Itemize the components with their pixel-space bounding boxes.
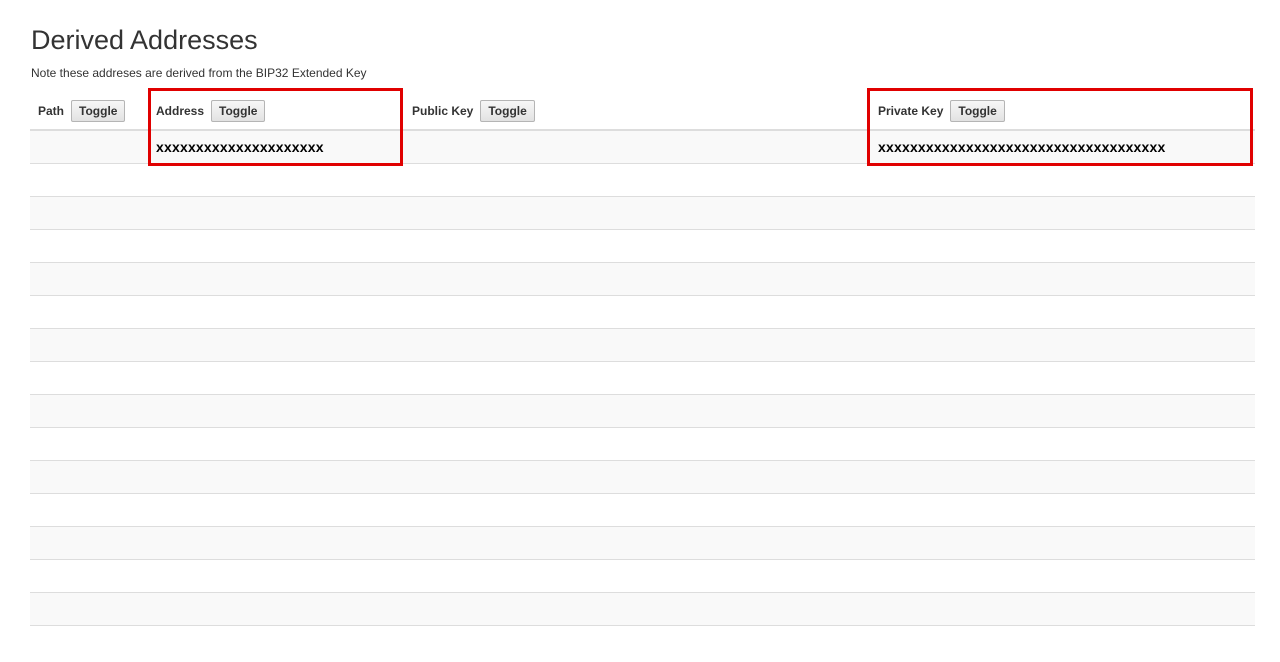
cell-path — [30, 559, 148, 593]
cell-private-key — [870, 592, 1255, 626]
table-row — [30, 229, 1255, 263]
cell-address — [148, 262, 404, 296]
cell-path — [30, 328, 148, 362]
cell-address — [148, 229, 404, 263]
toggle-address-button[interactable]: Toggle — [211, 99, 266, 122]
cell-private-key — [870, 493, 1255, 527]
cell-public-key — [404, 229, 870, 263]
section-title: Derived Addresses — [31, 25, 258, 55]
cell-private-key — [870, 559, 1255, 593]
table-row — [30, 493, 1255, 527]
section-note: Note these addreses are derived from the… — [31, 66, 367, 80]
table-row — [30, 262, 1255, 296]
cell-public-key — [404, 592, 870, 626]
cell-address — [148, 328, 404, 362]
cell-public-key — [404, 196, 870, 230]
cell-private-key — [870, 295, 1255, 329]
cell-public-key — [404, 427, 870, 461]
cell-path — [30, 163, 148, 197]
toggle-public-key-button[interactable]: Toggle — [480, 99, 535, 122]
cell-private-key — [870, 196, 1255, 230]
cell-private-key — [870, 262, 1255, 296]
cell-address — [148, 394, 404, 428]
cell-path — [30, 229, 148, 263]
cell-path — [30, 196, 148, 230]
cell-private-key — [870, 361, 1255, 395]
table-row — [30, 427, 1255, 461]
table-row — [30, 196, 1255, 230]
derived-addresses-page: Derived Addresses Note these addreses ar… — [0, 0, 1280, 662]
table-row — [30, 394, 1255, 428]
cell-path — [30, 129, 148, 164]
cell-path — [30, 592, 148, 626]
cell-public-key — [404, 460, 870, 494]
cell-address — [148, 559, 404, 593]
table-row — [30, 526, 1255, 560]
table-row — [30, 559, 1255, 593]
cell-public-key — [404, 526, 870, 560]
cell-address: xxxxxxxxxxxxxxxxxxxxx — [148, 129, 404, 164]
column-header-address: Address Toggle — [148, 92, 404, 131]
table-row — [30, 361, 1255, 395]
addresses-table: Path Toggle Address Toggle Public Key Toggl… — [30, 92, 1255, 626]
cell-public-key — [404, 262, 870, 296]
cell-address — [148, 526, 404, 560]
addresses-table-body: xxxxxxxxxxxxxxxxxxxxx xxxxxxxxxxxxxxxxxxx… — [30, 129, 1255, 626]
cell-public-key — [404, 295, 870, 329]
cell-private-key: xxxxxxxxxxxxxxxxxxxxxxxxxxxxxxxxxxxx — [870, 129, 1255, 164]
cell-private-key — [870, 460, 1255, 494]
cell-private-key — [870, 163, 1255, 197]
toggle-path-button[interactable]: Toggle — [71, 99, 126, 122]
cell-private-key — [870, 229, 1255, 263]
column-label-public-key: Public Key — [412, 103, 474, 118]
cell-private-key — [870, 526, 1255, 560]
table-row — [30, 295, 1255, 329]
table-row — [30, 328, 1255, 362]
cell-public-key — [404, 493, 870, 527]
cell-private-key — [870, 394, 1255, 428]
cell-path — [30, 295, 148, 329]
cell-path — [30, 526, 148, 560]
cell-private-key — [870, 427, 1255, 461]
table-row: xxxxxxxxxxxxxxxxxxxxx xxxxxxxxxxxxxxxxxxx… — [30, 129, 1255, 164]
table-row — [30, 460, 1255, 494]
column-label-private-key: Private Key — [878, 103, 944, 118]
cell-address — [148, 196, 404, 230]
column-header-public-key: Public Key Toggle — [404, 92, 870, 131]
cell-public-key — [404, 328, 870, 362]
cell-public-key — [404, 163, 870, 197]
cell-path — [30, 427, 148, 461]
cell-public-key — [404, 559, 870, 593]
cell-private-key — [870, 328, 1255, 362]
cell-address — [148, 493, 404, 527]
column-header-path: Path Toggle — [30, 92, 148, 131]
toggle-private-key-button[interactable]: Toggle — [950, 99, 1005, 122]
table-header-row: Path Toggle Address Toggle Public Key Toggl… — [30, 92, 1255, 131]
cell-address — [148, 427, 404, 461]
table-row — [30, 163, 1255, 197]
cell-address — [148, 592, 404, 626]
column-label-path: Path — [38, 103, 65, 118]
cell-address — [148, 295, 404, 329]
cell-path — [30, 460, 148, 494]
cell-public-key — [404, 394, 870, 428]
cell-address — [148, 460, 404, 494]
cell-public-key — [404, 129, 870, 164]
cell-address — [148, 163, 404, 197]
column-label-address: Address — [156, 103, 205, 118]
cell-path — [30, 262, 148, 296]
cell-address — [148, 361, 404, 395]
table-row — [30, 592, 1255, 626]
cell-public-key — [404, 361, 870, 395]
cell-path — [30, 493, 148, 527]
column-header-private-key: Private Key Toggle — [870, 92, 1255, 131]
cell-path — [30, 394, 148, 428]
cell-path — [30, 361, 148, 395]
